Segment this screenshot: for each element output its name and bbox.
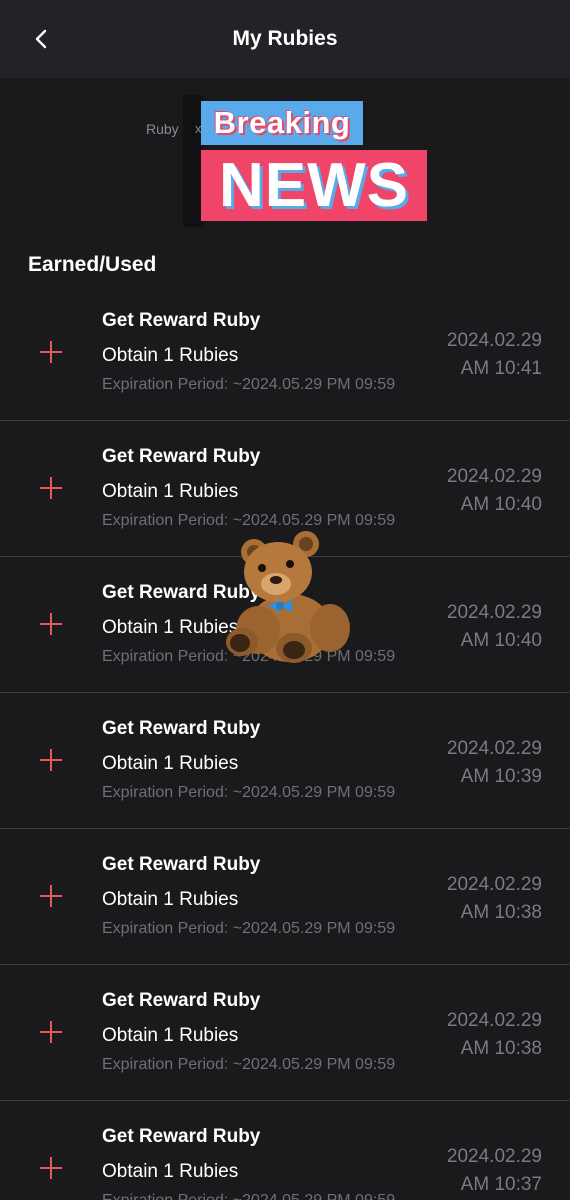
item-time: AM 10:40	[460, 630, 542, 651]
item-time: AM 10:38	[460, 902, 542, 923]
item-time: AM 10:37	[460, 1174, 542, 1195]
item-date: 2024.02.29	[446, 330, 542, 351]
item-date: 2024.02.29	[446, 874, 542, 895]
plus-icon	[40, 885, 62, 907]
section-title: Earned/Used	[28, 253, 157, 276]
item-datetime: 2024.02.29 AM 10:38	[447, 871, 542, 927]
item-datetime: 2024.02.29 AM 10:38	[447, 1007, 542, 1063]
item-title: Get Reward Ruby	[102, 446, 261, 467]
item-title: Get Reward Ruby	[102, 718, 261, 739]
app-header: My Rubies	[0, 0, 570, 78]
list-item[interactable]: Get Reward Ruby Obtain 1 Rubies Expirati…	[0, 829, 570, 965]
plus-icon	[40, 613, 62, 635]
item-expiration: Expiration Period: ~2024.05.29 PM 09:59	[102, 1056, 396, 1073]
item-subtitle: Obtain 1 Rubies	[102, 345, 239, 366]
breaking-news-sticker-top: Breaking	[201, 101, 363, 145]
item-datetime: 2024.02.29 AM 10:40	[447, 463, 542, 519]
news-text: NEWS	[219, 150, 409, 220]
item-date: 2024.02.29	[446, 738, 542, 759]
plus-icon	[40, 341, 62, 363]
item-expiration: Expiration Period: ~2024.05.29 PM 09:59	[102, 784, 396, 801]
item-subtitle: Obtain 1 Rubies	[102, 889, 239, 910]
plus-icon	[40, 477, 62, 499]
back-button[interactable]	[24, 22, 58, 56]
item-time: AM 10:38	[460, 1038, 542, 1059]
item-datetime: 2024.02.29 AM 10:37	[447, 1143, 542, 1199]
item-date: 2024.02.29	[446, 1146, 542, 1167]
item-datetime: 2024.02.29 AM 10:41	[447, 327, 542, 383]
item-expiration: Expiration Period: ~2024.05.29 PM 09:59	[102, 376, 396, 393]
item-datetime: 2024.02.29 AM 10:40	[447, 599, 542, 655]
item-time: AM 10:40	[460, 494, 542, 515]
sticker-shadow	[183, 95, 203, 227]
plus-icon	[40, 1021, 62, 1043]
list-item[interactable]: Get Reward Ruby Obtain 1 Rubies Expirati…	[0, 965, 570, 1101]
item-title: Get Reward Ruby	[102, 310, 261, 331]
item-time: AM 10:41	[460, 358, 542, 379]
list-item[interactable]: Get Reward Ruby Obtain 1 Rubies Expirati…	[0, 1101, 570, 1200]
item-subtitle: Obtain 1 Rubies	[102, 1161, 239, 1182]
list-item[interactable]: Get Reward Ruby Obtain 1 Rubies Expirati…	[0, 285, 570, 421]
item-date: 2024.02.29	[446, 602, 542, 623]
item-subtitle: Obtain 1 Rubies	[102, 481, 239, 502]
item-datetime: 2024.02.29 AM 10:39	[447, 735, 542, 791]
item-title: Get Reward Ruby	[102, 990, 261, 1011]
item-date: 2024.02.29	[446, 466, 542, 487]
item-expiration: Expiration Period: ~2024.05.29 PM 09:59	[102, 1192, 395, 1200]
item-date: 2024.02.29	[446, 1010, 542, 1031]
item-title: Get Reward Ruby	[102, 1126, 261, 1147]
chevron-left-icon	[35, 29, 47, 49]
item-title: Get Reward Ruby	[102, 854, 261, 875]
breaking-news-sticker-bottom: NEWS	[201, 150, 427, 221]
list-item[interactable]: Get Reward Ruby Obtain 1 Rubies Expirati…	[0, 693, 570, 829]
item-expiration: Expiration Period: ~2024.05.29 PM 09:59	[102, 512, 396, 529]
teddy-bear-sticker	[226, 531, 350, 663]
item-time: AM 10:39	[460, 766, 542, 787]
breaking-text: Breaking	[213, 105, 351, 140]
item-subtitle: Obtain 1 Rubies	[102, 753, 239, 774]
ruby-history-list: Get Reward Ruby Obtain 1 Rubies Expirati…	[0, 285, 570, 1200]
item-expiration: Expiration Period: ~2024.05.29 PM 09:59	[102, 920, 396, 937]
plus-icon	[40, 749, 62, 771]
plus-icon	[40, 1157, 62, 1179]
ruby-label: Ruby	[146, 121, 179, 137]
page-title: My Rubies	[232, 27, 338, 50]
item-subtitle: Obtain 1 Rubies	[102, 1025, 239, 1046]
